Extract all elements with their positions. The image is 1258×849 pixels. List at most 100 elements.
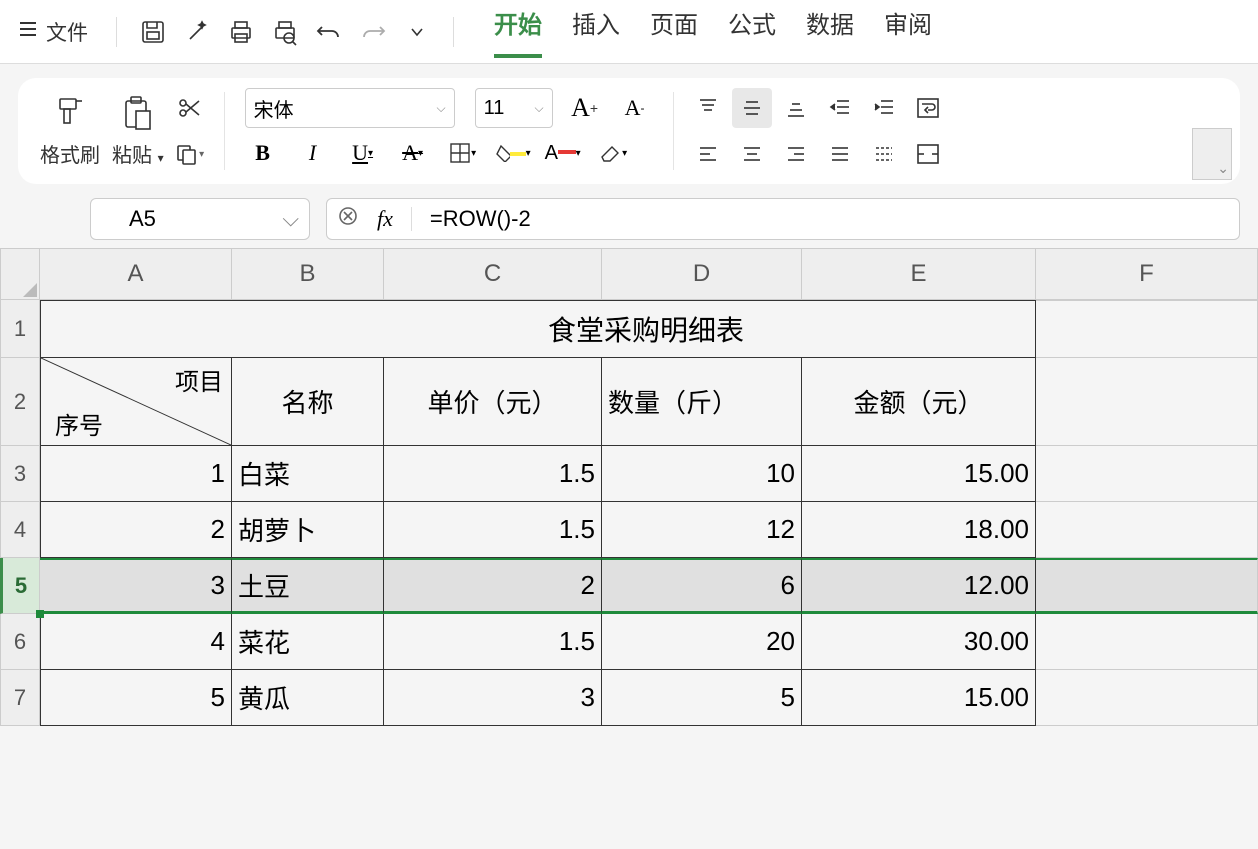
tab-start[interactable]: 开始 [494, 5, 542, 58]
cell[interactable] [40, 300, 232, 358]
decrease-font-icon[interactable]: A- [617, 91, 653, 125]
font-color-button[interactable]: A ▾ [545, 136, 581, 170]
cell[interactable]: 15.00 [802, 670, 1036, 726]
align-right-icon[interactable] [776, 134, 816, 174]
cell[interactable]: 12 [602, 502, 802, 558]
tab-formula[interactable]: 公式 [728, 5, 776, 58]
row-header[interactable]: 6 [0, 614, 40, 670]
cell[interactable] [1036, 670, 1258, 726]
save-icon[interactable] [131, 10, 175, 54]
cell[interactable]: 5 [40, 670, 232, 726]
cell[interactable] [1036, 358, 1258, 446]
column-header[interactable]: D [602, 248, 802, 300]
cell[interactable]: 胡萝卜 [232, 502, 384, 558]
undo-icon[interactable] [307, 10, 351, 54]
align-center-icon[interactable] [732, 134, 772, 174]
cell[interactable]: 黄瓜 [232, 670, 384, 726]
underline-button[interactable]: U ▾ [345, 136, 381, 170]
italic-button[interactable]: I [295, 136, 331, 170]
fill-handle[interactable] [36, 610, 44, 618]
tab-insert[interactable]: 插入 [572, 5, 620, 58]
cell[interactable]: 1.5 [384, 614, 602, 670]
cell[interactable]: 3 [40, 558, 232, 614]
increase-font-icon[interactable]: A+ [567, 91, 603, 125]
cell[interactable] [802, 300, 1036, 358]
dialog-launcher-icon[interactable]: ⌄ [1192, 128, 1232, 180]
select-all-corner[interactable] [0, 248, 40, 300]
row-header[interactable]: 1 [0, 300, 40, 358]
bold-button[interactable]: B [245, 136, 281, 170]
cell[interactable]: 10 [602, 446, 802, 502]
cell[interactable]: 5 [602, 670, 802, 726]
cell[interactable]: 3 [384, 670, 602, 726]
cell[interactable]: 白菜 [232, 446, 384, 502]
row-header[interactable]: 2 [0, 358, 40, 446]
cell[interactable]: 4 [40, 614, 232, 670]
file-menu[interactable]: 文件 [46, 17, 88, 47]
dropdown-more-icon[interactable] [395, 10, 439, 54]
cell[interactable]: 1.5 [384, 502, 602, 558]
justify-icon[interactable] [820, 134, 860, 174]
fill-color-button[interactable]: ▾ [495, 136, 531, 170]
row-header[interactable]: 7 [0, 670, 40, 726]
cell[interactable]: 30.00 [802, 614, 1036, 670]
cell[interactable]: 名称 [232, 358, 384, 446]
merge-cells-icon[interactable] [908, 134, 948, 174]
decrease-indent-icon[interactable] [820, 88, 860, 128]
cell[interactable]: 2 [40, 502, 232, 558]
formula-input[interactable] [430, 206, 1229, 232]
cell[interactable] [232, 300, 384, 358]
redo-icon[interactable] [351, 10, 395, 54]
copy-icon[interactable]: ▾ [170, 134, 210, 174]
eraser-icon[interactable]: ▾ [595, 136, 631, 170]
strikethrough-button[interactable]: A ▾ [395, 136, 431, 170]
paste-button[interactable]: 粘贴 ▾ [106, 91, 170, 172]
cell[interactable]: 菜花 [232, 614, 384, 670]
name-box[interactable]: A5 ⌵ [90, 198, 310, 240]
print-icon[interactable] [219, 10, 263, 54]
magic-icon[interactable] [175, 10, 219, 54]
cell[interactable] [1036, 614, 1258, 670]
row-header[interactable]: 5 [0, 558, 40, 614]
row-header[interactable]: 4 [0, 502, 40, 558]
increase-indent-icon[interactable] [864, 88, 904, 128]
cancel-formula-icon[interactable] [337, 205, 359, 233]
fx-icon[interactable]: fx [377, 206, 393, 232]
align-middle-icon[interactable] [732, 88, 772, 128]
format-painter-button[interactable]: 格式刷 [34, 91, 106, 172]
tab-review[interactable]: 审阅 [884, 5, 932, 58]
cell[interactable]: 金额（元） [802, 358, 1036, 446]
cell[interactable]: 12.00 [802, 558, 1036, 614]
distribute-icon[interactable] [864, 134, 904, 174]
cell[interactable] [1036, 300, 1258, 358]
column-header[interactable]: E [802, 248, 1036, 300]
cell[interactable]: 20 [602, 614, 802, 670]
borders-button[interactable]: ▾ [445, 136, 481, 170]
font-size-select[interactable]: 11 ⌵ [475, 88, 553, 128]
tab-page[interactable]: 页面 [650, 5, 698, 58]
cell[interactable]: 15.00 [802, 446, 1036, 502]
cell[interactable]: 土豆 [232, 558, 384, 614]
cell[interactable]: 2 [384, 558, 602, 614]
align-bottom-icon[interactable] [776, 88, 816, 128]
row-header[interactable]: 3 [0, 446, 40, 502]
font-name-select[interactable]: 宋体 ⌵ [245, 88, 455, 128]
cut-icon[interactable] [170, 88, 210, 128]
print-preview-icon[interactable] [263, 10, 307, 54]
align-top-icon[interactable] [688, 88, 728, 128]
cell[interactable]: 1.5 [384, 446, 602, 502]
column-header[interactable]: F [1036, 248, 1258, 300]
cell[interactable]: 数量（斤） [602, 358, 802, 446]
tab-data[interactable]: 数据 [806, 5, 854, 58]
column-header[interactable]: C [384, 248, 602, 300]
cell[interactable]: 食堂采购明细表 [602, 300, 802, 358]
align-left-icon[interactable] [688, 134, 728, 174]
cell[interactable] [1036, 502, 1258, 558]
menu-icon[interactable] [18, 19, 38, 44]
cell[interactable]: 1 [40, 446, 232, 502]
cell[interactable]: 单价（元） [384, 358, 602, 446]
cell[interactable]: 6 [602, 558, 802, 614]
column-header[interactable]: A [40, 248, 232, 300]
column-header[interactable]: B [232, 248, 384, 300]
cell[interactable] [1036, 558, 1258, 614]
